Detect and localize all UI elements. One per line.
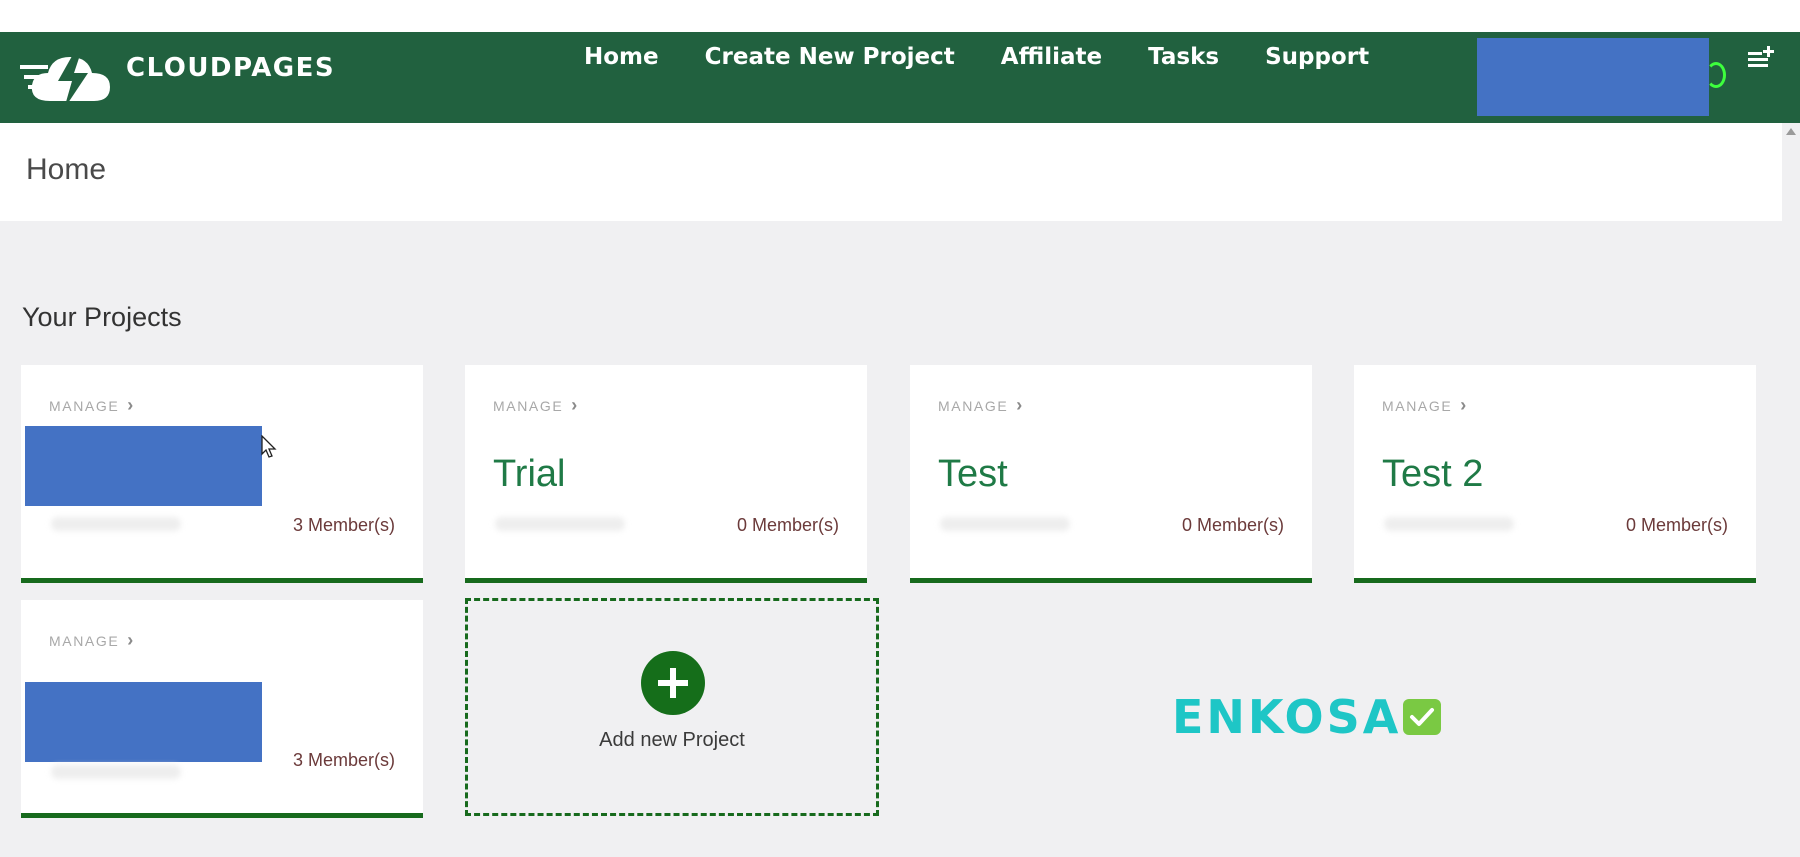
nav-affiliate[interactable]: Affiliate (1001, 44, 1102, 70)
blurred-subtitle (1384, 517, 1514, 531)
chevron-right-icon: › (571, 395, 579, 415)
manage-link[interactable]: MANAGE › (49, 630, 135, 651)
manage-label: MANAGE (938, 397, 1009, 414)
blurred-subtitle (495, 517, 625, 531)
section-title: Your Projects (22, 302, 182, 332)
member-count: 0 Member(s) (1625, 515, 1728, 535)
main-nav: Home Create New Project Affiliate Tasks … (584, 44, 1415, 70)
blurred-subtitle (51, 765, 181, 779)
cloud-bolt-logo-icon (20, 48, 110, 109)
plus-icon[interactable] (641, 651, 705, 715)
watermark: ENKOSA (1172, 690, 1442, 744)
page-header: Home (0, 123, 1782, 221)
manage-label: MANAGE (49, 397, 120, 414)
member-count: 0 Member(s) (1181, 515, 1284, 535)
project-title: Trial (493, 453, 566, 495)
brand-name: CLOUDPAGES (126, 52, 336, 83)
manage-link[interactable]: MANAGE › (493, 395, 579, 416)
nav-create-new-project[interactable]: Create New Project (705, 44, 955, 70)
redacted-project-name (25, 682, 262, 762)
blurred-subtitle (51, 517, 181, 531)
manage-link[interactable]: MANAGE › (938, 395, 1024, 416)
project-card[interactable]: MANAGE › Trial 0 Member(s) (465, 365, 867, 583)
add-project-card[interactable]: Add new Project (465, 598, 879, 816)
manage-label: MANAGE (493, 397, 564, 414)
member-count: 3 Member(s) (292, 750, 395, 770)
redacted-project-name (25, 426, 262, 506)
watermark-text: ENKOSA (1172, 690, 1402, 744)
manage-link[interactable]: MANAGE › (1382, 395, 1468, 416)
menu-add-icon[interactable] (1748, 46, 1774, 75)
member-count: 0 Member(s) (736, 515, 839, 535)
logo[interactable]: CLOUDPAGES (20, 32, 335, 123)
chevron-right-icon: › (127, 395, 135, 415)
manage-link[interactable]: MANAGE › (49, 395, 135, 416)
check-icon (1403, 699, 1442, 735)
chevron-right-icon: › (127, 630, 135, 650)
chevron-right-icon: › (1016, 395, 1024, 415)
page-title: Home (26, 153, 107, 186)
add-project-label: Add new Project (599, 729, 745, 751)
member-count: 3 Member(s) (292, 515, 395, 535)
project-card[interactable]: MANAGE › Test 2 0 Member(s) (1354, 365, 1756, 583)
blurred-subtitle (940, 517, 1070, 531)
navbar: CLOUDPAGES Home Create New Project Affil… (0, 32, 1800, 123)
nav-tasks[interactable]: Tasks (1148, 44, 1219, 70)
online-status-indicator (1706, 62, 1726, 88)
chevron-right-icon: › (1460, 395, 1468, 415)
project-title: Test 2 (1382, 453, 1484, 495)
manage-label: MANAGE (49, 632, 120, 649)
project-title: Test (938, 453, 1008, 495)
user-account-redacted[interactable] (1477, 38, 1709, 116)
scroll-up-arrow[interactable] (1786, 128, 1796, 135)
nav-home[interactable]: Home (584, 44, 659, 70)
project-card[interactable]: MANAGE › 3 Member(s) (21, 600, 423, 818)
manage-label: MANAGE (1382, 397, 1453, 414)
nav-support[interactable]: Support (1265, 44, 1369, 70)
project-card[interactable]: MANAGE › 3 Member(s) (21, 365, 423, 583)
project-card[interactable]: MANAGE › Test 0 Member(s) (910, 365, 1312, 583)
top-strip (0, 0, 1800, 32)
mouse-cursor-icon (261, 434, 277, 464)
